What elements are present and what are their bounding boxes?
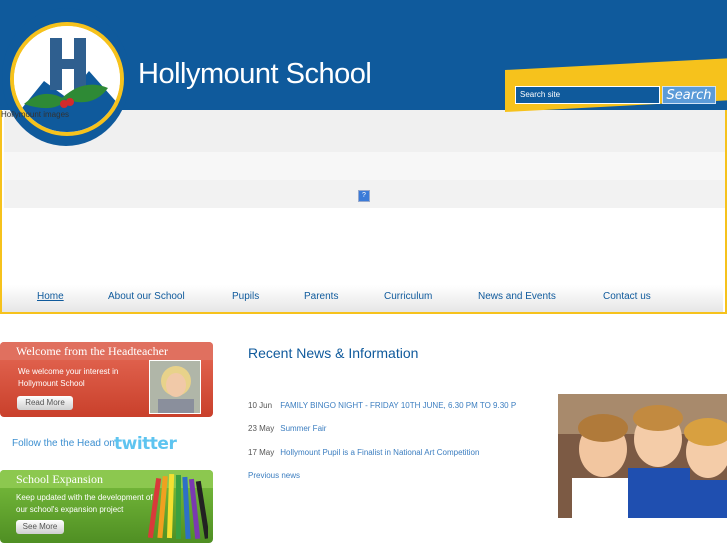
search-input[interactable]: Search site	[515, 86, 660, 104]
twitter-follow-text[interactable]: Follow the the Head on	[12, 438, 115, 449]
news-item[interactable]: 17 May Hollymount Pupil is a Finalist in…	[248, 448, 479, 457]
nav-curriculum[interactable]: Curriculum	[384, 291, 432, 302]
banner-stripe	[4, 152, 725, 180]
pencils-icon	[148, 473, 208, 540]
banner-area	[0, 110, 727, 314]
nav-contact[interactable]: Contact us	[603, 291, 651, 302]
nav-home[interactable]: Home	[37, 291, 64, 302]
welcome-panel: Welcome from the Headteacher We welcome …	[0, 342, 213, 417]
news-date: 23 May	[248, 424, 275, 433]
nav-pupils[interactable]: Pupils	[232, 291, 259, 302]
nav-parents[interactable]: Parents	[304, 291, 338, 302]
twitter-logo[interactable]: twitter	[114, 434, 177, 454]
headteacher-photo	[149, 360, 201, 414]
logo-badge[interactable]	[2, 8, 130, 146]
pupils-photo	[558, 394, 727, 518]
news-link[interactable]: FAMILY BINGO NIGHT - FRIDAY 10TH JUNE, 6…	[280, 401, 516, 410]
news-date: 10 Jun	[248, 401, 273, 410]
expansion-text: Keep updated with the development of our…	[16, 493, 153, 514]
see-more-button[interactable]: See More	[16, 520, 64, 534]
news-item[interactable]: 23 May Summer Fair	[248, 424, 326, 433]
news-item[interactable]: 10 Jun FAMILY BINGO NIGHT - FRIDAY 10TH …	[248, 401, 516, 410]
news-date: 17 May	[248, 448, 275, 457]
news-link[interactable]: Summer Fair	[280, 424, 326, 433]
logo-alt-text: Hollymount images	[1, 110, 70, 119]
news-link[interactable]: Hollymount Pupil is a Finalist in Nation…	[280, 448, 479, 457]
read-more-button[interactable]: Read More	[17, 396, 73, 410]
nav-news-events[interactable]: News and Events	[478, 291, 556, 302]
welcome-text: We welcome your interest in Hollymount S…	[18, 367, 119, 388]
search-button[interactable]: Search	[662, 86, 716, 104]
news-heading: Recent News & Information	[248, 345, 419, 361]
broken-image-icon: ?	[358, 190, 370, 202]
expansion-panel: School Expansion Keep updated with the d…	[0, 470, 213, 543]
school-title: Hollymount School	[138, 58, 372, 90]
previous-news-link[interactable]: Previous news	[248, 471, 300, 480]
main-nav: Home About our School Pupils Parents Cur…	[2, 285, 723, 312]
nav-about[interactable]: About our School	[108, 291, 185, 302]
welcome-title: Welcome from the Headteacher	[0, 342, 213, 360]
